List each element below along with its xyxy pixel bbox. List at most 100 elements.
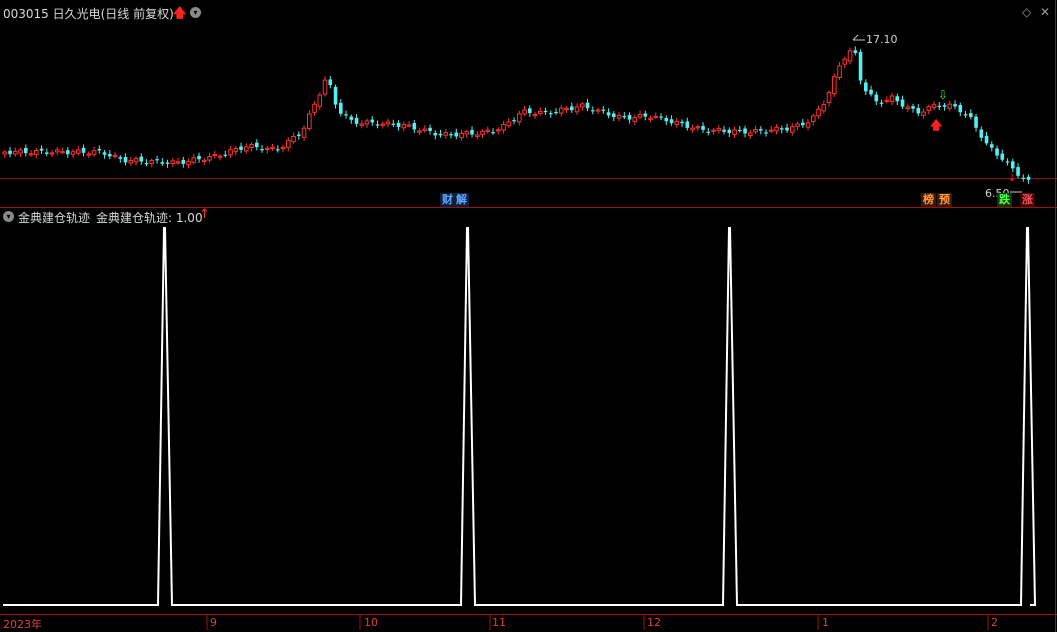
- candle: [412, 123, 417, 130]
- candle: [785, 127, 789, 131]
- candle: [191, 157, 197, 163]
- diamond-icon[interactable]: ◇: [1022, 5, 1031, 19]
- candle: [680, 121, 684, 124]
- candle: [312, 103, 317, 113]
- candle: [643, 113, 648, 117]
- candle: [501, 123, 506, 131]
- finance-marker[interactable]: 财: [440, 193, 455, 207]
- candle: [339, 102, 343, 114]
- forecast-marker[interactable]: 预: [937, 193, 952, 207]
- indicator-menu-icon[interactable]: ▾: [3, 211, 14, 222]
- candle: [417, 130, 422, 133]
- candle: [616, 114, 622, 119]
- candle: [496, 129, 501, 132]
- candle: [795, 123, 800, 127]
- candle: [659, 116, 663, 118]
- candle: [249, 143, 254, 148]
- candle: [627, 114, 632, 120]
- x-axis-ticks: [206, 614, 989, 630]
- candle: [921, 111, 926, 116]
- candle: [648, 117, 653, 120]
- down-signal-icon: ⇩: [938, 88, 949, 102]
- limit-up-marker[interactable]: 涨: [1020, 193, 1035, 207]
- candle: [942, 105, 947, 107]
- candlestick-series: [2, 46, 1031, 184]
- limit-down-marker[interactable]: 跌: [997, 193, 1012, 207]
- candle: [270, 146, 275, 150]
- candle: [317, 94, 323, 107]
- candle: [532, 113, 538, 117]
- candle: [953, 104, 957, 107]
- chevron-down-icon[interactable]: ▾: [190, 7, 201, 18]
- candle: [480, 130, 485, 135]
- candle: [265, 147, 270, 151]
- candle: [18, 149, 23, 154]
- candle: [144, 163, 149, 165]
- candle: [212, 153, 218, 157]
- candle: [344, 114, 348, 116]
- candle: [149, 160, 155, 164]
- candle: [333, 86, 338, 105]
- candle: [202, 159, 207, 163]
- candle: [805, 122, 811, 128]
- candle: [449, 134, 453, 136]
- candle: [947, 103, 953, 109]
- candle: [916, 108, 921, 114]
- xaxis-label-dec: 12: [647, 616, 661, 629]
- candle: [49, 152, 55, 155]
- candle: [570, 106, 574, 111]
- candle: [406, 124, 412, 127]
- candle: [28, 153, 34, 156]
- candle: [391, 123, 396, 125]
- candle: [485, 129, 491, 132]
- candle: [727, 129, 732, 133]
- indicator-value: 金典建仓轨迹: 1.00: [96, 211, 203, 225]
- candle: [301, 127, 307, 138]
- candle: [354, 117, 359, 124]
- candle: [995, 148, 999, 156]
- candle: [669, 119, 674, 124]
- candle: [24, 148, 28, 154]
- candle: [905, 106, 911, 110]
- candle: [322, 79, 328, 95]
- ranking-marker[interactable]: 榜: [921, 193, 936, 207]
- candle: [911, 106, 915, 109]
- candle: [591, 110, 595, 112]
- candle: [464, 131, 470, 135]
- candle: [842, 58, 848, 65]
- candle: [528, 108, 532, 114]
- candle: [170, 160, 176, 164]
- candle: [811, 115, 816, 122]
- candle: [738, 129, 742, 132]
- candle: [118, 157, 123, 159]
- candle: [81, 147, 86, 153]
- candle: [559, 107, 564, 114]
- candle: [454, 132, 459, 137]
- candle: [701, 125, 705, 130]
- candle: [889, 95, 895, 103]
- candle: [864, 82, 868, 92]
- candle: [375, 124, 380, 126]
- unlock-marker[interactable]: 解: [454, 193, 469, 207]
- candle: [837, 65, 842, 78]
- candle: [549, 113, 553, 115]
- candle: [108, 153, 112, 157]
- down-tick-icon: ↓: [1008, 173, 1017, 184]
- candle: [76, 149, 81, 154]
- candle: [622, 116, 627, 118]
- candle: [66, 150, 70, 155]
- candle: [422, 128, 428, 132]
- candle: [1005, 161, 1010, 163]
- up-signal-icon: 🡅: [930, 118, 943, 132]
- candle: [637, 114, 643, 118]
- candle: [748, 132, 753, 136]
- candle: [506, 121, 512, 127]
- xaxis-label-year: 2023年: [3, 618, 42, 631]
- candle: [459, 132, 464, 139]
- candle: [937, 105, 942, 108]
- stock-chart[interactable]: [0, 0, 1057, 632]
- candle: [512, 120, 516, 122]
- candle: [86, 153, 92, 156]
- candle: [690, 127, 695, 131]
- close-icon[interactable]: ✕: [1040, 5, 1050, 19]
